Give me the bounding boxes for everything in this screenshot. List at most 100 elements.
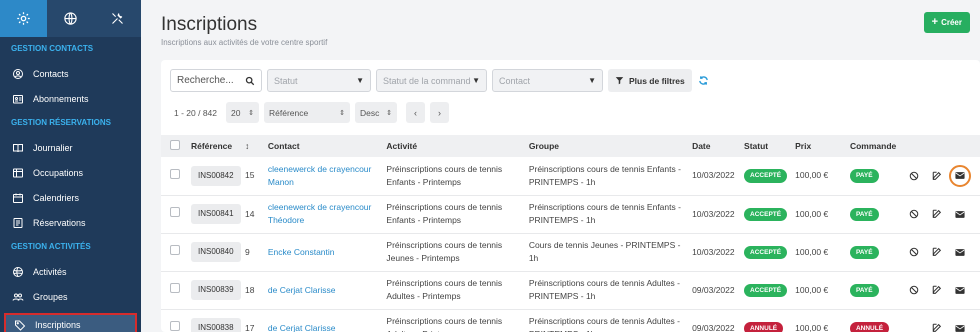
tab-settings[interactable] [0, 0, 47, 37]
status-badge: ANNULÉ [744, 321, 784, 332]
activite-line: Enfants - Printemps [386, 176, 462, 187]
contact-line[interactable]: cleenewerck de crayencour [268, 163, 379, 176]
per-page-select[interactable]: 20 ⇕ [226, 102, 260, 123]
cancel-button[interactable] [908, 170, 920, 182]
cancel-button[interactable] [908, 208, 920, 220]
col-date[interactable]: Date [688, 135, 740, 157]
reference-badge[interactable]: INS00838 [190, 318, 241, 332]
row-actions [906, 164, 976, 187]
col-contact[interactable]: Contact [264, 135, 383, 157]
col-groupe[interactable]: Groupe [525, 135, 688, 157]
activite-line: Préinscriptions cours de tennis [386, 278, 503, 289]
row-checkbox[interactable] [170, 245, 180, 256]
sidebar-item-calendriers[interactable]: Calendriers [0, 185, 141, 210]
sidebar-item-inscriptions[interactable]: Inscriptions [4, 313, 137, 332]
col-prix[interactable]: Prix [791, 135, 846, 157]
cancel-icon [909, 247, 919, 257]
commande-select[interactable]: Statut de la commande ▼ [376, 69, 487, 92]
sidebar-item-journalier[interactable]: Journalier [0, 135, 141, 160]
inscriptions-table: Référence ↕ Contact Activité Groupe Date… [161, 135, 980, 332]
prix-cell: 100,00 € [795, 208, 829, 219]
sidebar-item-reservations[interactable]: Réservations [0, 210, 141, 235]
row-checkbox[interactable] [170, 207, 180, 218]
page-title: Inscriptions [161, 14, 258, 35]
reference-badge[interactable]: INS00841 [190, 204, 241, 224]
groupe-line: PRINTEMPS - 1h [528, 291, 596, 301]
contact-line[interactable]: Théodore [268, 214, 379, 227]
table-row[interactable]: INS00838 17 de Cerjat Clarisse Préinscri… [161, 309, 980, 332]
sort-field-select[interactable]: Référence ⇕ [264, 102, 351, 123]
col-reference[interactable]: Référence [185, 135, 245, 157]
more-filters-button[interactable]: Plus de filtres [608, 69, 692, 92]
send-email-button[interactable] [954, 284, 966, 296]
reference-badge[interactable]: INS00842 [190, 165, 241, 186]
statut-select[interactable]: Statut ▼ [267, 69, 371, 92]
next-page-button[interactable]: › [430, 102, 450, 123]
sidebar-item-label: Réservations [33, 217, 86, 228]
edit-button[interactable] [931, 322, 943, 332]
table-header-row: Référence ↕ Contact Activité Groupe Date… [161, 135, 980, 157]
send-email-button[interactable] [949, 164, 971, 187]
sidebar-item-groupes[interactable]: Groupes [0, 284, 141, 309]
section-gestion-reservations: GESTION RÉSERVATIONS [11, 118, 112, 127]
row-checkbox[interactable] [170, 168, 180, 179]
row-checkbox[interactable] [170, 283, 180, 294]
contact-line[interactable]: cleenewerck de crayencour [268, 201, 379, 214]
contact-line[interactable]: Encke Constantin [268, 246, 379, 259]
send-email-button[interactable] [954, 208, 966, 220]
order-status-badge: PAYÉ [849, 283, 879, 298]
groupe-line: PRINTEMPS - 1h [529, 328, 684, 332]
contact-line[interactable]: Manon [268, 176, 379, 189]
reference-badge[interactable]: INS00839 [190, 280, 241, 300]
edit-button[interactable] [931, 284, 943, 296]
contact-line[interactable]: de Cerjat Clarisse [268, 284, 379, 297]
edit-button[interactable] [931, 246, 943, 258]
refresh-button[interactable] [697, 74, 711, 88]
sidebar-item-label: Journalier [33, 142, 73, 153]
envelope-icon [955, 172, 965, 180]
activite-line: Jeunes - Printemps [386, 253, 460, 263]
groupe-line: PRINTEMPS - 1h [528, 215, 596, 225]
sidebar-item-contacts[interactable]: Contacts [0, 61, 141, 86]
table-row[interactable]: INS00842 15 cleenewerck de crayencour Man… [161, 157, 980, 195]
gear-icon [17, 12, 30, 25]
groupe-line: Préinscriptions cours de tennis Adultes … [528, 316, 680, 327]
contact-select[interactable]: Contact ▼ [492, 69, 603, 92]
sort-field-value: Référence [269, 107, 309, 118]
create-button[interactable]: + Créer [923, 12, 970, 33]
reference-badge[interactable]: INS00840 [190, 242, 241, 262]
activite-cell: Préinscriptions cours de tennis Enfants -… [382, 195, 524, 233]
sort-direction-select[interactable]: Desc ⇕ [355, 102, 398, 123]
status-badge: ACCEPTÉ [744, 283, 788, 298]
cancel-button[interactable] [908, 246, 920, 258]
col-activite[interactable]: Activité [382, 135, 524, 157]
table-row[interactable]: INS00839 18 de Cerjat Clarisse Préinscri… [161, 271, 980, 309]
col-commande[interactable]: Commande [846, 135, 902, 157]
table-row[interactable]: INS00841 14 cleenewerck de crayencour Thé… [161, 195, 980, 233]
select-all-checkbox[interactable] [170, 140, 180, 150]
send-email-button[interactable] [954, 246, 966, 258]
send-email-button[interactable] [954, 322, 966, 332]
envelope-icon [955, 324, 965, 332]
tab-tools[interactable] [94, 0, 141, 37]
sidebar-item-activites[interactable]: Activités [0, 259, 141, 284]
contact-line[interactable]: de Cerjat Clarisse [268, 322, 379, 332]
prev-page-button[interactable]: ‹ [406, 102, 426, 123]
tab-web[interactable] [47, 0, 94, 37]
cancel-button[interactable] [908, 284, 920, 296]
sidebar-item-occupations[interactable]: Occupations [0, 160, 141, 185]
search-input[interactable]: Recherche... [170, 69, 262, 92]
edit-button[interactable] [931, 170, 943, 182]
row-actions [906, 322, 976, 332]
groupe-line: Préinscriptions cours de tennis Enfants … [528, 164, 681, 174]
row-checkbox[interactable] [170, 321, 180, 332]
sidebar-item-abonnements[interactable]: Abonnements [0, 86, 141, 111]
contact-link: de Cerjat Clarisse [264, 309, 383, 332]
sidebar-top-tabs [0, 0, 141, 37]
table-row[interactable]: INS00840 9 Encke Constantin Préinscripti… [161, 233, 980, 271]
contact-select-value: Contact [499, 75, 531, 86]
sort-icon[interactable]: ↕ [245, 135, 264, 157]
edit-button[interactable] [931, 208, 943, 220]
col-statut[interactable]: Statut [740, 135, 791, 157]
row-actions [906, 284, 976, 296]
